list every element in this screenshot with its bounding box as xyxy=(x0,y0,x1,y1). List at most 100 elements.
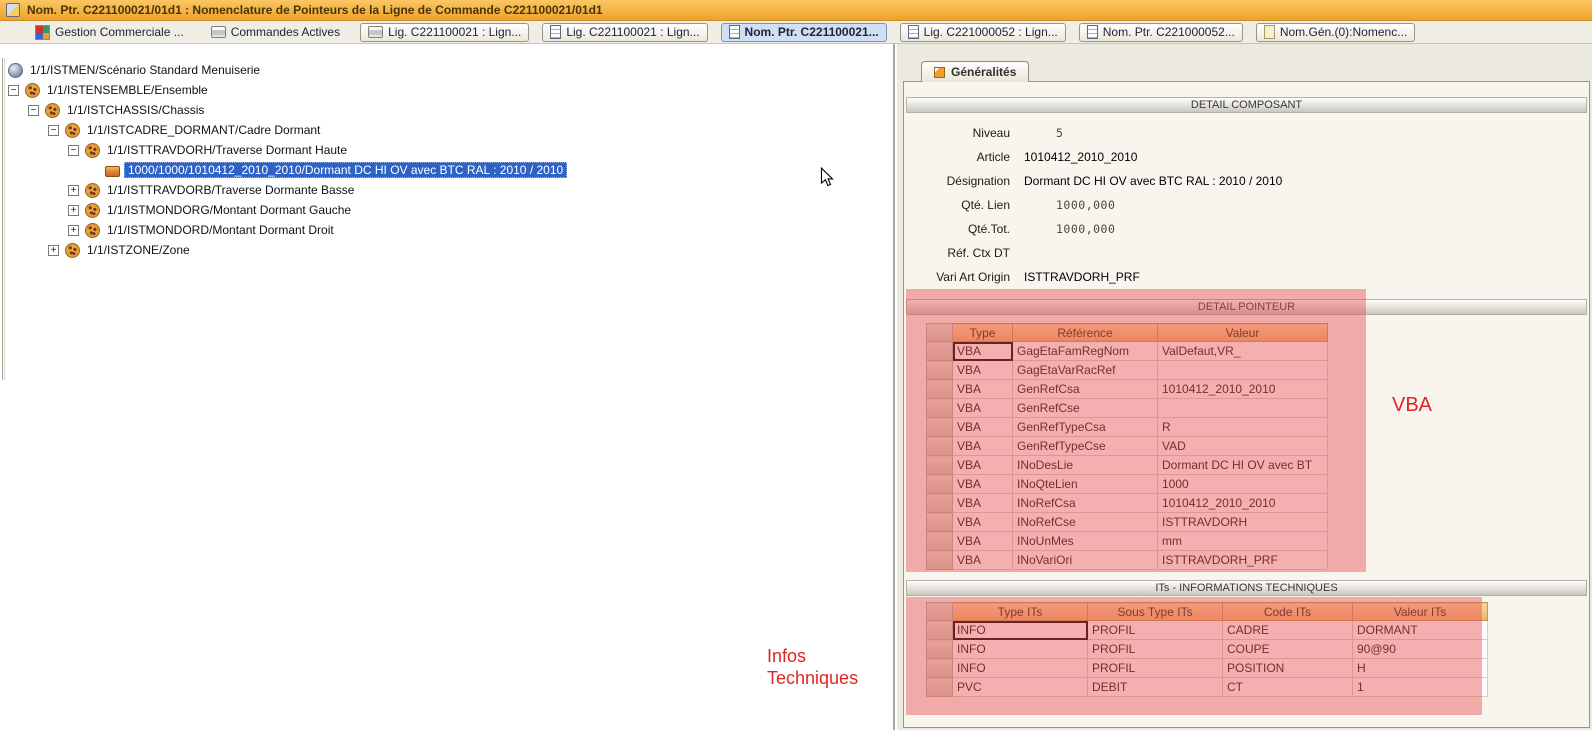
cell[interactable]: Dormant DC HI OV avec BT xyxy=(1158,456,1328,475)
cell[interactable]: GenRefTypeCsa xyxy=(1013,418,1158,437)
collapse-icon[interactable]: − xyxy=(68,145,79,156)
cell[interactable]: CT xyxy=(1223,678,1353,697)
tree-item[interactable]: −1/1/ISTENSEMBLE/Ensemble xyxy=(0,80,893,100)
cell[interactable]: 90@90 xyxy=(1353,640,1488,659)
cell[interactable]: INoDesLie xyxy=(1013,456,1158,475)
tree-item[interactable]: 1/1/ISTMEN/Scénario Standard Menuiserie xyxy=(0,60,893,80)
tree-item[interactable]: +1/1/ISTTRAVDORB/Traverse Dormante Basse xyxy=(0,180,893,200)
cell[interactable]: INoVariOri xyxy=(1013,551,1158,570)
cell[interactable]: VBA xyxy=(953,418,1013,437)
left-splitter[interactable] xyxy=(2,58,5,380)
cell[interactable]: PROFIL xyxy=(1088,621,1223,640)
tab-7[interactable]: Nom. Ptr. C221000052... xyxy=(1079,23,1243,42)
expand-icon[interactable]: + xyxy=(68,185,79,196)
row-selector[interactable] xyxy=(927,621,953,640)
row-selector[interactable] xyxy=(927,380,953,399)
cell[interactable]: ValDefaut,VR_ xyxy=(1158,342,1328,361)
cell[interactable]: VBA xyxy=(953,551,1013,570)
row-selector[interactable] xyxy=(927,659,953,678)
tab-generalites[interactable]: Généralités xyxy=(921,61,1029,82)
tab-1[interactable]: Gestion Commerciale ... xyxy=(28,23,191,42)
cell[interactable]: VAD xyxy=(1158,437,1328,456)
cell[interactable]: GenRefCsa xyxy=(1013,380,1158,399)
collapse-icon[interactable]: − xyxy=(48,125,59,136)
cell[interactable]: PROFIL xyxy=(1088,640,1223,659)
cell[interactable]: mm xyxy=(1158,532,1328,551)
cell[interactable]: INoRefCsa xyxy=(1013,494,1158,513)
cell[interactable]: VBA xyxy=(953,399,1013,418)
cell[interactable]: PVC xyxy=(953,678,1088,697)
cell[interactable]: GenRefCse xyxy=(1013,399,1158,418)
row-selector[interactable] xyxy=(927,513,953,532)
row-selector[interactable] xyxy=(927,551,953,570)
tab-6[interactable]: Lig. C221000052 : Lign... xyxy=(900,23,1066,42)
tab-5[interactable]: Nom. Ptr. C221100021... xyxy=(721,23,887,42)
tab-4[interactable]: Lig. C221100021 : Lign... xyxy=(542,23,707,42)
column-header[interactable]: Référence xyxy=(1013,324,1158,342)
expand-icon[interactable]: + xyxy=(68,225,79,236)
row-selector[interactable] xyxy=(927,475,953,494)
cell[interactable]: INoUnMes xyxy=(1013,532,1158,551)
tree-item[interactable]: +1/1/ISTMONDORG/Montant Dormant Gauche xyxy=(0,200,893,220)
collapse-icon[interactable]: − xyxy=(8,85,19,96)
tree-item[interactable]: −1/1/ISTTRAVDORH/Traverse Dormant Haute xyxy=(0,140,893,160)
tree-item[interactable]: −1/1/ISTCADRE_DORMANT/Cadre Dormant xyxy=(0,120,893,140)
cell[interactable]: H xyxy=(1353,659,1488,678)
cell[interactable]: INFO xyxy=(953,659,1088,678)
cell[interactable]: R xyxy=(1158,418,1328,437)
cell[interactable]: ISTTRAVDORH xyxy=(1158,513,1328,532)
tab-2[interactable]: Commandes Actives xyxy=(204,23,347,42)
cell[interactable]: 1010412_2010_2010 xyxy=(1158,494,1328,513)
column-header[interactable]: Code ITs xyxy=(1223,603,1353,621)
cell[interactable]: GenRefTypeCse xyxy=(1013,437,1158,456)
cell[interactable]: VBA xyxy=(953,456,1013,475)
row-selector[interactable] xyxy=(927,640,953,659)
cell[interactable]: GagEtaFamRegNom xyxy=(1013,342,1158,361)
row-selector[interactable] xyxy=(927,494,953,513)
row-selector[interactable] xyxy=(927,678,953,697)
column-header[interactable]: Valeur xyxy=(1158,324,1328,342)
cell[interactable]: ISTTRAVDORH_PRF xyxy=(1158,551,1328,570)
column-header[interactable]: Type xyxy=(953,324,1013,342)
row-selector[interactable] xyxy=(927,437,953,456)
cell[interactable]: VBA xyxy=(953,437,1013,456)
cell[interactable]: VBA xyxy=(953,475,1013,494)
cell[interactable]: VBA xyxy=(953,494,1013,513)
cell[interactable]: INoRefCse xyxy=(1013,513,1158,532)
cell[interactable]: VBA xyxy=(953,380,1013,399)
column-header[interactable]: Type ITs xyxy=(953,603,1088,621)
row-selector[interactable] xyxy=(927,418,953,437)
cell[interactable]: VBA xyxy=(953,532,1013,551)
cell[interactable]: 1 xyxy=(1353,678,1488,697)
tree-item[interactable]: −1/1/ISTCHASSIS/Chassis xyxy=(0,100,893,120)
expand-icon[interactable]: + xyxy=(48,245,59,256)
title-bar[interactable]: Nom. Ptr. C221100021/01d1 : Nomenclature… xyxy=(0,0,1592,21)
cell[interactable] xyxy=(1158,361,1328,380)
row-selector[interactable] xyxy=(927,342,953,361)
tree-item[interactable]: +1/1/ISTZONE/Zone xyxy=(0,240,893,260)
cell[interactable]: GagEtaVarRacRef xyxy=(1013,361,1158,380)
row-selector[interactable] xyxy=(927,532,953,551)
cell[interactable]: 1010412_2010_2010 xyxy=(1158,380,1328,399)
cell[interactable]: COUPE xyxy=(1223,640,1353,659)
cell[interactable]: POSITION xyxy=(1223,659,1353,678)
cell[interactable]: 1000 xyxy=(1158,475,1328,494)
collapse-icon[interactable]: − xyxy=(28,105,39,116)
cell[interactable]: DORMANT xyxy=(1353,621,1488,640)
expand-icon[interactable]: + xyxy=(68,205,79,216)
cell[interactable]: PROFIL xyxy=(1088,659,1223,678)
tab-3[interactable]: Lig. C221100021 : Lign... xyxy=(360,23,529,42)
row-selector[interactable] xyxy=(927,456,953,475)
tab-8[interactable]: Nom.Gén.(0):Nomenc... xyxy=(1256,23,1415,42)
cell[interactable]: DEBIT xyxy=(1088,678,1223,697)
column-header[interactable]: Sous Type ITs xyxy=(1088,603,1223,621)
tree-item[interactable]: +1/1/ISTMONDORD/Montant Dormant Droit xyxy=(0,220,893,240)
cell[interactable]: INoQteLien xyxy=(1013,475,1158,494)
cell[interactable]: VBA xyxy=(953,513,1013,532)
row-selector[interactable] xyxy=(927,361,953,380)
cell[interactable]: CADRE xyxy=(1223,621,1353,640)
cell[interactable]: INFO xyxy=(953,640,1088,659)
cell[interactable]: VBA xyxy=(953,361,1013,380)
tree-item[interactable]: 1000/1000/1010412_2010_2010/Dormant DC H… xyxy=(0,160,893,180)
column-header[interactable]: Valeur ITs xyxy=(1353,603,1488,621)
